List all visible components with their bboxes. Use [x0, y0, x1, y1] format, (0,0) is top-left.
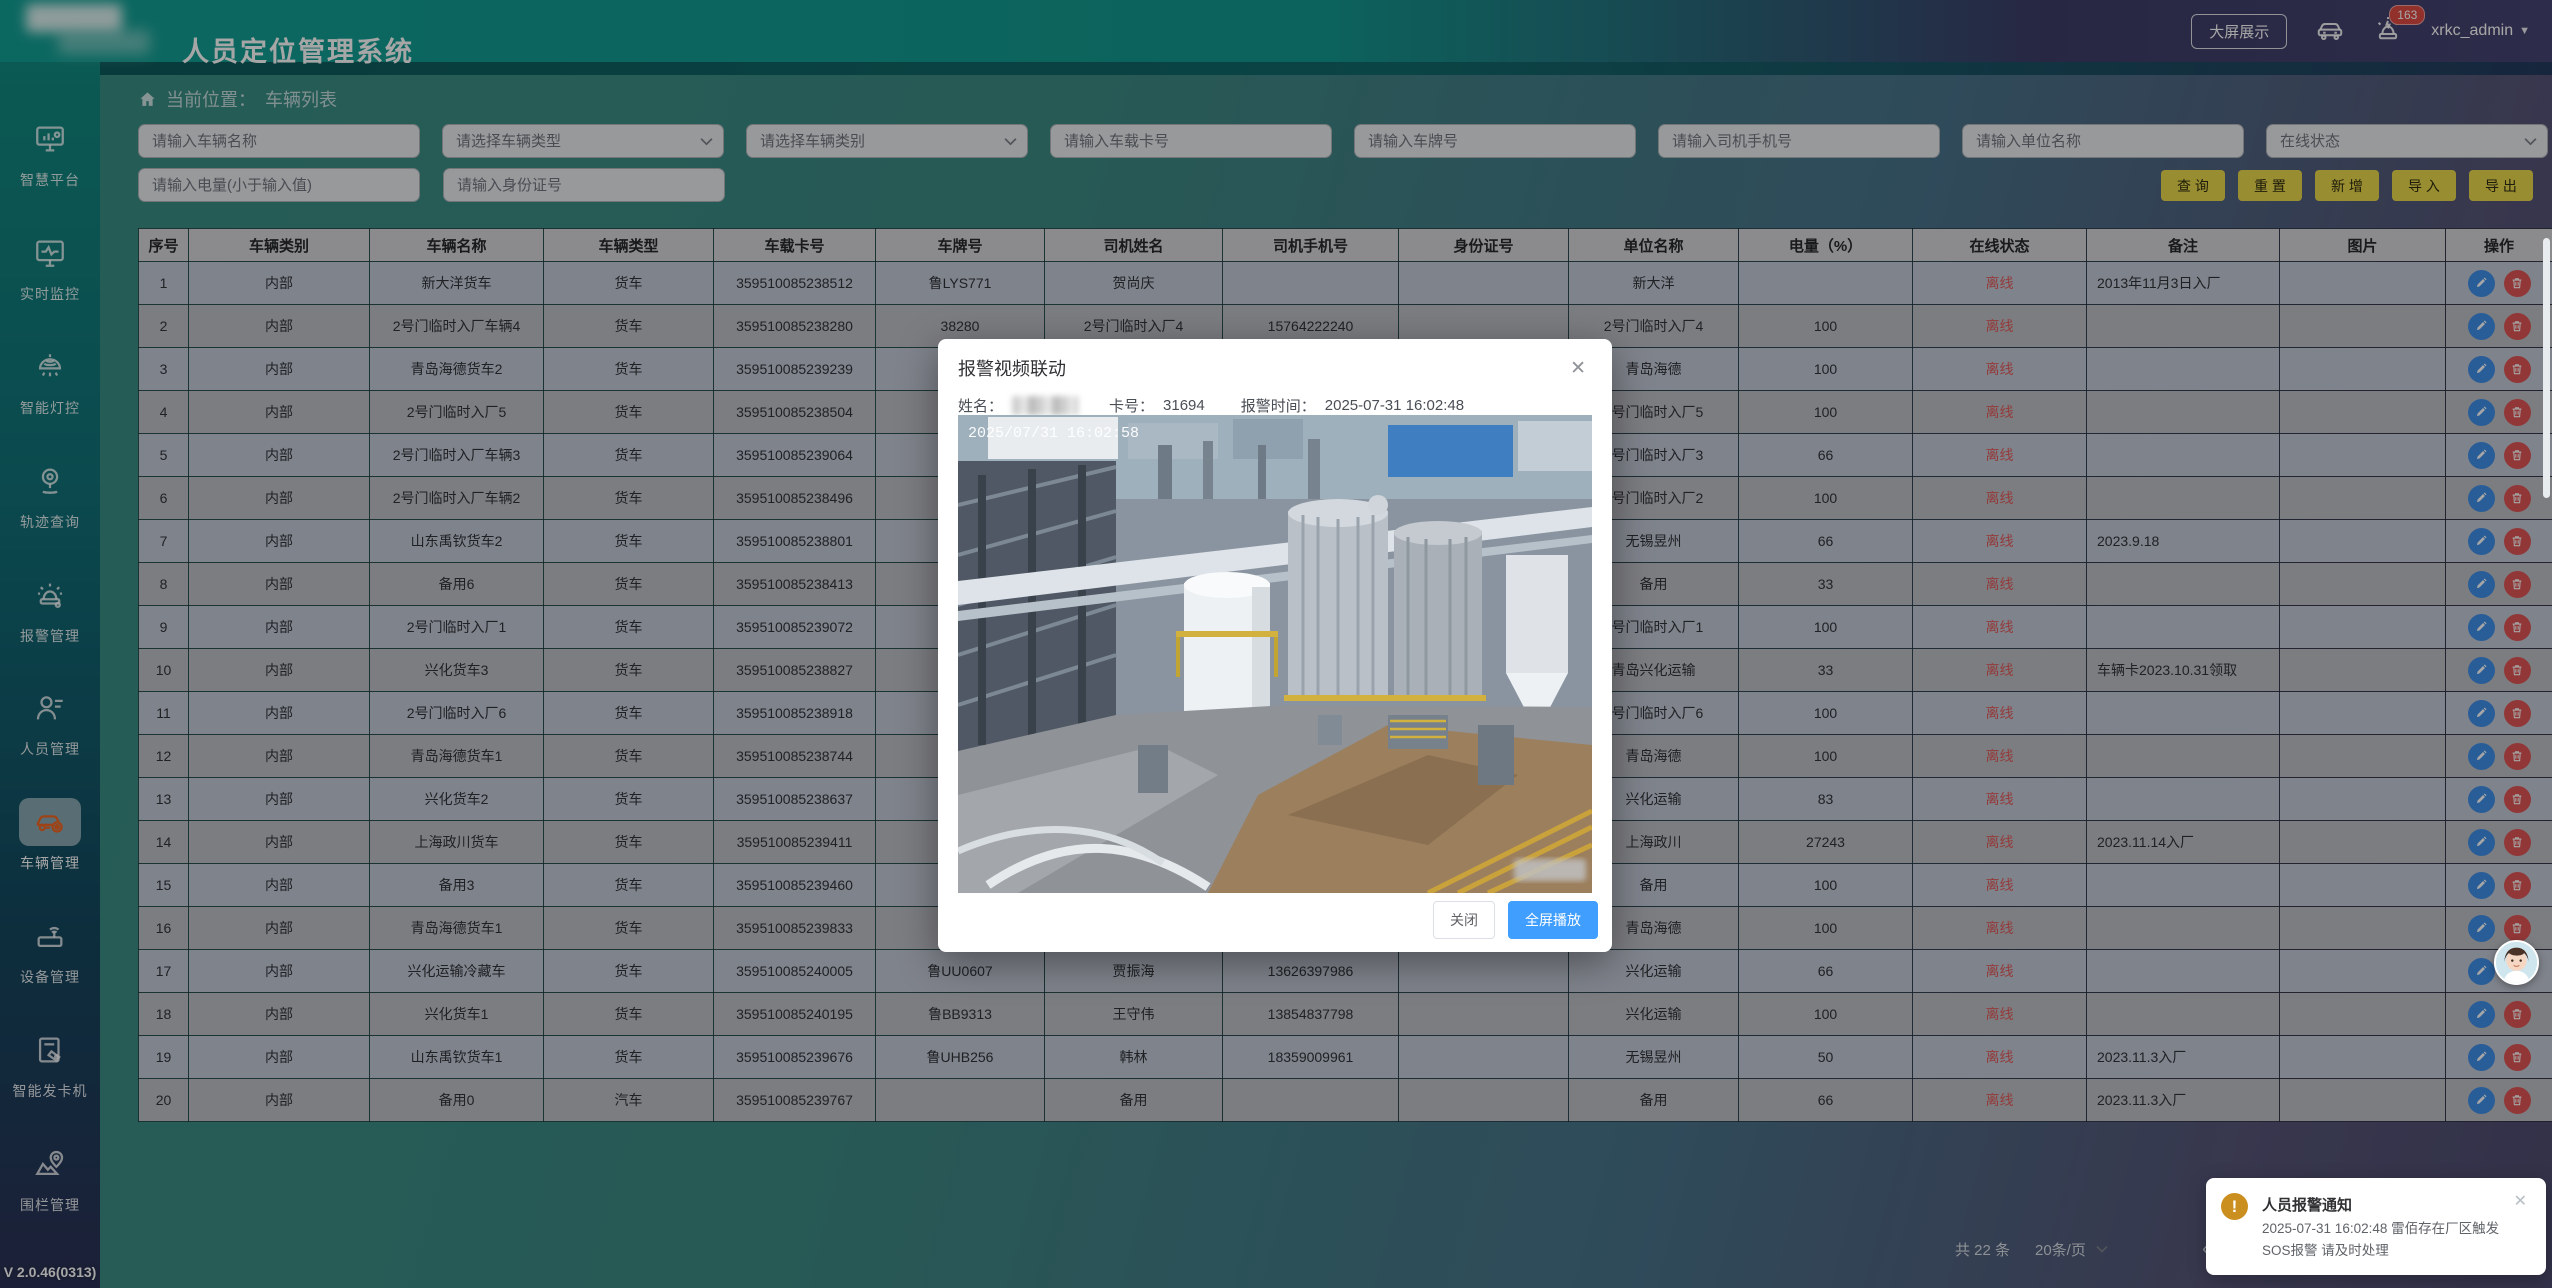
modal-footer: 关闭 全屏播放 [1433, 901, 1598, 939]
alarm-time-label: 报警时间： [1241, 395, 1316, 416]
scrollbar-thumb[interactable] [2543, 238, 2550, 498]
fullscreen-play-button[interactable]: 全屏播放 [1508, 901, 1598, 939]
video-timestamp: 2025/07/31 16:02:58 [968, 425, 1139, 442]
name-label: 姓名： [958, 395, 1003, 416]
card-label: 卡号： [1109, 395, 1154, 416]
alarm-video-modal: 报警视频联动 ✕ 姓名： 卡号： 31694 报警时间： 2025-07-31 … [938, 339, 1612, 952]
cctv-video-frame: 2025/07/31 16:02:58 [958, 415, 1592, 893]
toast-body: 2025-07-31 16:02:48 雷佰存在厂区触发 SOS报警 请及时处理 [2262, 1218, 2524, 1263]
close-icon[interactable]: ✕ [2508, 1190, 2533, 1212]
alarm-toast: ! 人员报警通知 ✕ 2025-07-31 16:02:48 雷佰存在厂区触发 … [2206, 1178, 2546, 1275]
toast-title: 人员报警通知 [2262, 1194, 2352, 1215]
alarm-time-value: 2025-07-31 16:02:48 [1325, 397, 1464, 414]
assistant-avatar[interactable] [2494, 940, 2539, 985]
redacted-name [1012, 396, 1078, 415]
close-button[interactable]: 关闭 [1433, 901, 1495, 939]
avatar-face [2496, 942, 2537, 983]
plant-scene: 2025/07/31 16:02:58 [958, 415, 1592, 893]
modal-header: 报警视频联动 ✕ [938, 339, 1612, 389]
card-value: 31694 [1163, 397, 1205, 414]
vehicle-management-screen: 人员定位管理系统 大屏展示 163 xrkc_admin ▼ 智慧平台 [0, 0, 2552, 1288]
warning-icon: ! [2221, 1193, 2248, 1220]
close-icon[interactable]: ✕ [1564, 358, 1592, 379]
modal-title: 报警视频联动 [958, 355, 1066, 381]
